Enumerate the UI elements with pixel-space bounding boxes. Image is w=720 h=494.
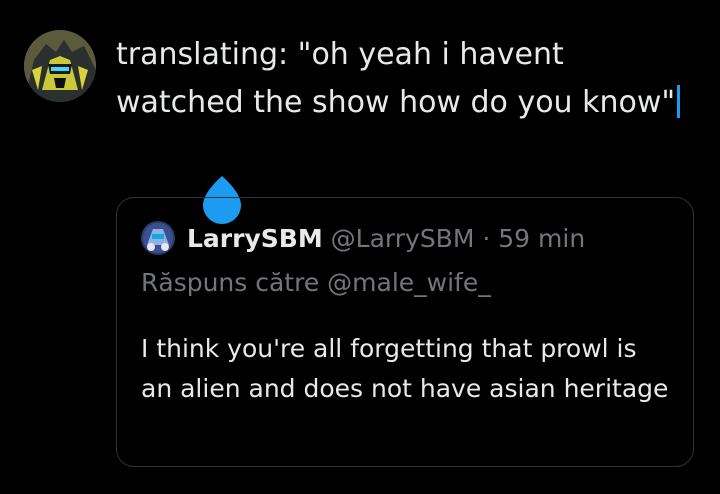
- quoted-tweet-card[interactable]: LarrySBM @LarrySBM · 59 min Răspuns cătr…: [116, 197, 694, 467]
- author-avatar[interactable]: [24, 30, 96, 102]
- reply-to-label: Răspuns către @male_wife_: [141, 268, 491, 297]
- author-avatar-image: [24, 30, 96, 102]
- text-cursor: [677, 85, 681, 118]
- tweet-text-content: translating: "oh yeah i havent watched t…: [116, 37, 676, 120]
- meta-separator: ·: [482, 224, 491, 253]
- tweet-text: translating: "oh yeah i havent watched t…: [116, 31, 696, 127]
- quoted-author-avatar-image: [141, 221, 175, 255]
- quoted-display-name[interactable]: LarrySBM: [187, 224, 323, 253]
- quoted-handle[interactable]: @LarrySBM: [331, 224, 475, 253]
- quoted-author-avatar[interactable]: [141, 221, 175, 255]
- quoted-tweet-text: I think you're all forgetting that prowl…: [141, 334, 669, 403]
- quoted-timestamp[interactable]: 59 min: [498, 224, 585, 253]
- quoted-tweet-header: LarrySBM @LarrySBM · 59 min: [187, 223, 585, 255]
